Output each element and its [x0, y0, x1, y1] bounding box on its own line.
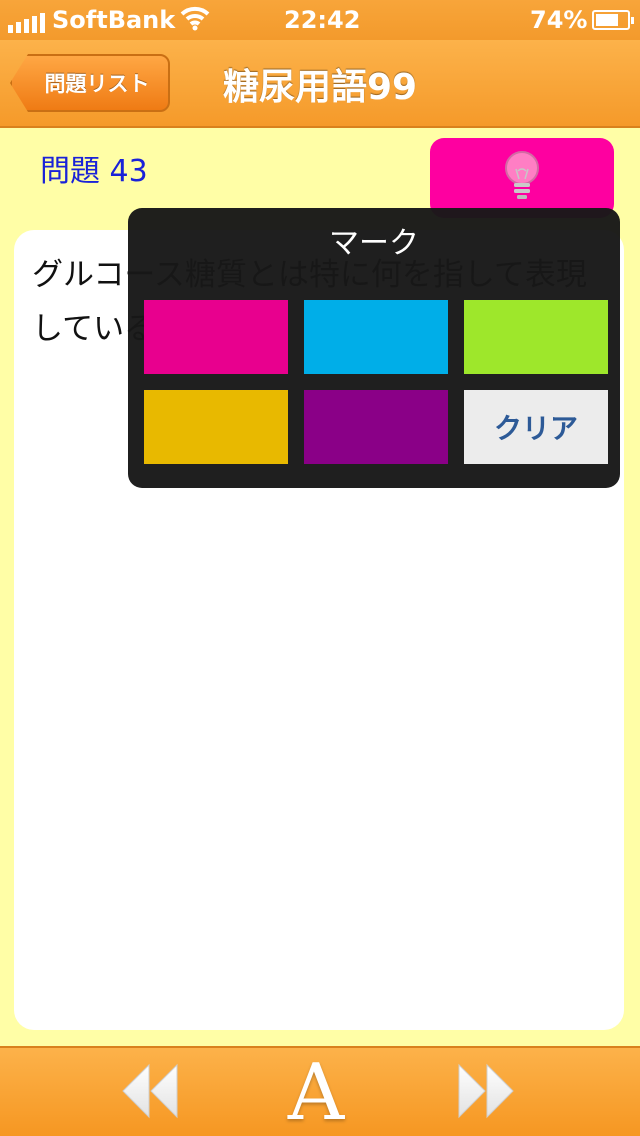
- mark-clear-label: クリア: [493, 412, 578, 445]
- back-button[interactable]: 問題リスト: [10, 54, 170, 112]
- lightbulb-icon: [502, 149, 542, 207]
- carrier-name: SoftBank: [52, 6, 176, 34]
- navigation-bar: 問題リスト 糖尿用語99: [0, 40, 640, 128]
- signal-icon: [8, 13, 45, 33]
- fast-forward-icon: [455, 1061, 517, 1125]
- clock: 22:42: [284, 6, 361, 34]
- mark-swatch-blue[interactable]: [304, 300, 448, 374]
- hint-button[interactable]: [430, 138, 614, 218]
- mark-popover-title: マーク: [329, 226, 419, 261]
- next-button[interactable]: [448, 1060, 524, 1126]
- font-size-label: A: [287, 1048, 345, 1136]
- mark-clear-button[interactable]: クリア: [464, 390, 608, 464]
- wifi-icon: [180, 4, 210, 39]
- rewind-icon: [119, 1061, 181, 1125]
- battery-icon: [592, 10, 634, 30]
- question-number: 問題 43: [40, 154, 148, 189]
- battery-percentage: 74%: [530, 6, 588, 34]
- bottom-toolbar: A: [0, 1046, 640, 1136]
- previous-button[interactable]: [112, 1060, 188, 1126]
- mark-swatch-pink[interactable]: [144, 300, 288, 374]
- mark-popover: マーク クリア: [128, 208, 620, 488]
- back-button-label: 問題リスト: [44, 72, 150, 96]
- font-size-button[interactable]: A: [276, 1048, 356, 1136]
- status-bar: SoftBank 22:42 74%: [0, 0, 640, 40]
- mark-swatch-purple[interactable]: [304, 390, 448, 464]
- mark-swatch-green[interactable]: [464, 300, 608, 374]
- page-title: 糖尿用語99: [222, 67, 418, 108]
- mark-swatch-yellow[interactable]: [144, 390, 288, 464]
